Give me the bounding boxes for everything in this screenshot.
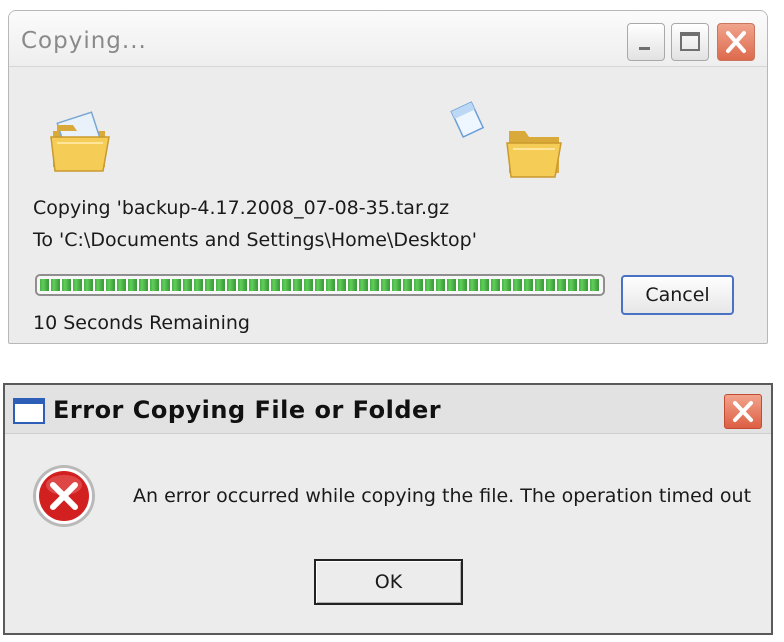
copy-progress-bar xyxy=(35,274,605,296)
maximize-icon xyxy=(680,32,700,51)
minimize-button[interactable] xyxy=(627,23,665,61)
copying-file-text: Copying 'backup-4.17.2008_07-08-35.tar.g… xyxy=(33,197,450,219)
close-icon xyxy=(733,401,753,422)
ok-button[interactable]: OK xyxy=(314,559,463,605)
close-button[interactable] xyxy=(717,23,755,61)
maximize-button[interactable] xyxy=(671,23,709,61)
error-dialog: Error Copying File or Folder An error oc… xyxy=(3,383,773,635)
document-icon xyxy=(450,101,485,138)
time-remaining-text: 10 Seconds Remaining xyxy=(33,312,250,334)
copy-destination-text: To 'C:\Documents and Settings\Home\Deskt… xyxy=(33,229,477,251)
error-dialog-titlebar[interactable]: Error Copying File or Folder xyxy=(5,385,771,434)
cancel-button[interactable]: Cancel xyxy=(621,275,734,315)
minimize-icon xyxy=(639,47,650,50)
copy-dialog-title: Copying... xyxy=(21,28,147,54)
error-dialog-title: Error Copying File or Folder xyxy=(53,396,442,424)
folder-with-document-icon xyxy=(50,111,110,172)
copy-progress-fill xyxy=(40,279,600,291)
error-icon xyxy=(33,465,95,527)
close-icon xyxy=(726,31,746,53)
error-message: An error occurred while copying the file… xyxy=(133,485,752,507)
folder-icon xyxy=(506,131,562,178)
error-close-button[interactable] xyxy=(724,394,762,429)
window-icon xyxy=(13,398,45,424)
copy-dialog: Copying... Copying 'backup-4.17.2008_07-… xyxy=(8,10,768,344)
copy-dialog-titlebar[interactable]: Copying... xyxy=(9,11,767,67)
